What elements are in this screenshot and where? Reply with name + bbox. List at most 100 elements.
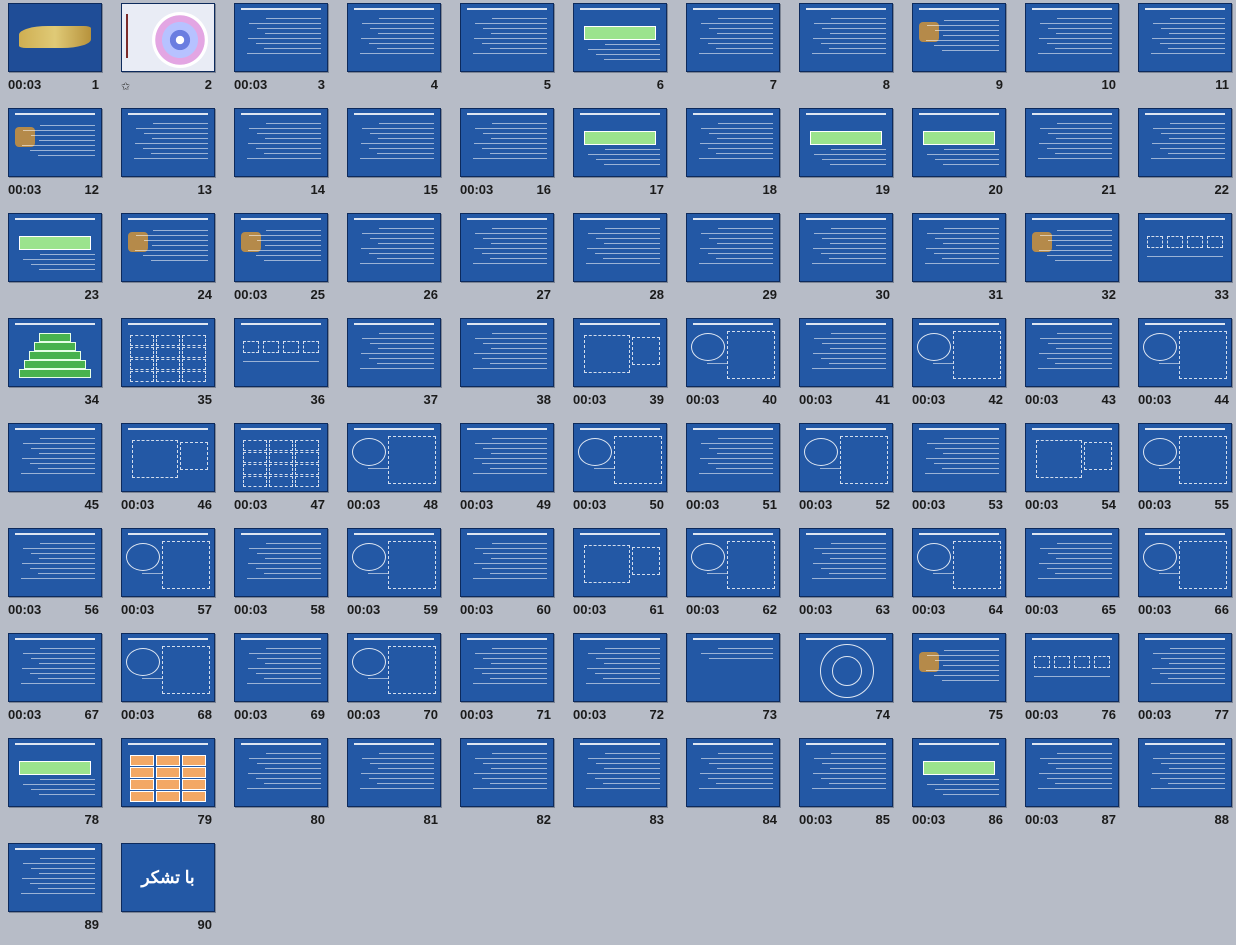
slide-thumbnail[interactable] bbox=[1138, 108, 1232, 177]
slide-thumbnail[interactable] bbox=[799, 528, 893, 597]
slide-cell[interactable]: 00:03 42 bbox=[904, 315, 1017, 420]
slide-thumbnail[interactable] bbox=[234, 213, 328, 282]
slide-thumbnail[interactable] bbox=[234, 3, 328, 72]
slide-cell[interactable]: 14 bbox=[226, 105, 339, 210]
slide-cell[interactable]: 00:03 63 bbox=[791, 525, 904, 630]
slide-cell[interactable]: 27 bbox=[452, 210, 565, 315]
slide-cell[interactable]: 13 bbox=[113, 105, 226, 210]
slide-cell[interactable]: 10 bbox=[1017, 0, 1130, 105]
slide-cell[interactable]: 82 bbox=[452, 735, 565, 840]
slide-thumbnail[interactable] bbox=[8, 318, 102, 387]
slide-cell[interactable]: 00:03 25 bbox=[226, 210, 339, 315]
slide-thumbnail[interactable] bbox=[8, 108, 102, 177]
slide-thumbnail[interactable] bbox=[234, 528, 328, 597]
slide-thumbnail[interactable] bbox=[8, 213, 102, 282]
slide-thumbnail[interactable] bbox=[573, 423, 667, 492]
slide-thumbnail[interactable] bbox=[460, 528, 554, 597]
slide-thumbnail[interactable] bbox=[912, 108, 1006, 177]
slide-thumbnail[interactable] bbox=[1025, 3, 1119, 72]
slide-thumbnail[interactable] bbox=[1138, 213, 1232, 282]
slide-thumbnail[interactable] bbox=[234, 738, 328, 807]
slide-cell[interactable]: 79 bbox=[113, 735, 226, 840]
slide-thumbnail[interactable] bbox=[1138, 423, 1232, 492]
slide-thumbnail[interactable] bbox=[121, 3, 215, 72]
slide-thumbnail[interactable] bbox=[573, 738, 667, 807]
slide-cell[interactable]: 00:03 55 bbox=[1130, 420, 1236, 525]
slide-thumbnail[interactable] bbox=[121, 528, 215, 597]
slide-thumbnail[interactable]: با تشکر bbox=[121, 843, 215, 912]
slide-thumbnail[interactable] bbox=[1138, 738, 1232, 807]
slide-thumbnail[interactable] bbox=[912, 3, 1006, 72]
slide-thumbnail[interactable] bbox=[460, 738, 554, 807]
slide-thumbnail[interactable] bbox=[121, 423, 215, 492]
slide-cell[interactable]: 9 bbox=[904, 0, 1017, 105]
slide-thumbnail[interactable] bbox=[686, 423, 780, 492]
slide-thumbnail[interactable] bbox=[799, 108, 893, 177]
slide-cell[interactable]: 00:03 47 bbox=[226, 420, 339, 525]
slide-thumbnail[interactable] bbox=[912, 213, 1006, 282]
slide-thumbnail[interactable] bbox=[460, 213, 554, 282]
slide-thumbnail[interactable] bbox=[686, 633, 780, 702]
slide-cell[interactable]: 28 bbox=[565, 210, 678, 315]
slide-thumbnail[interactable] bbox=[799, 738, 893, 807]
slide-cell[interactable]: 00:03 58 bbox=[226, 525, 339, 630]
slide-cell[interactable]: 21 bbox=[1017, 105, 1130, 210]
slide-thumbnail[interactable] bbox=[460, 318, 554, 387]
slide-cell[interactable]: 00:03 52 bbox=[791, 420, 904, 525]
slide-cell[interactable]: 74 bbox=[791, 630, 904, 735]
slide-cell[interactable]: 00:03 43 bbox=[1017, 315, 1130, 420]
slide-cell[interactable]: 00:03 85 bbox=[791, 735, 904, 840]
slide-thumbnail[interactable] bbox=[1025, 213, 1119, 282]
slide-cell[interactable]: 7 bbox=[678, 0, 791, 105]
star-icon[interactable]: ✩ bbox=[121, 80, 130, 93]
slide-cell[interactable]: 33 bbox=[1130, 210, 1236, 315]
slide-thumbnail[interactable] bbox=[460, 633, 554, 702]
slide-cell[interactable]: 26 bbox=[339, 210, 452, 315]
slide-thumbnail[interactable] bbox=[347, 633, 441, 702]
slide-thumbnail[interactable] bbox=[8, 528, 102, 597]
slide-cell[interactable]: 30 bbox=[791, 210, 904, 315]
slide-thumbnail[interactable] bbox=[8, 423, 102, 492]
slide-thumbnail[interactable] bbox=[912, 738, 1006, 807]
slide-cell[interactable]: 00:03 87 bbox=[1017, 735, 1130, 840]
slide-cell[interactable]: 00:03 39 bbox=[565, 315, 678, 420]
slide-thumbnail[interactable] bbox=[347, 528, 441, 597]
slide-cell[interactable]: 4 bbox=[339, 0, 452, 105]
slide-thumbnail[interactable] bbox=[686, 738, 780, 807]
slide-thumbnail[interactable] bbox=[347, 108, 441, 177]
slide-cell[interactable]: 23 bbox=[0, 210, 113, 315]
slide-cell[interactable]: 19 bbox=[791, 105, 904, 210]
slide-cell[interactable]: 00:03 65 bbox=[1017, 525, 1130, 630]
slide-cell[interactable]: 00:03 49 bbox=[452, 420, 565, 525]
slide-cell[interactable]: 00:03 72 bbox=[565, 630, 678, 735]
slide-thumbnail[interactable] bbox=[1025, 108, 1119, 177]
slide-cell[interactable]: 75 bbox=[904, 630, 1017, 735]
slide-thumbnail[interactable] bbox=[460, 423, 554, 492]
slide-thumbnail[interactable] bbox=[573, 3, 667, 72]
slide-thumbnail[interactable] bbox=[1138, 528, 1232, 597]
slide-cell[interactable]: 00:03 66 bbox=[1130, 525, 1236, 630]
slide-cell[interactable]: 35 bbox=[113, 315, 226, 420]
slide-cell[interactable]: 00:03 40 bbox=[678, 315, 791, 420]
slide-thumbnail[interactable] bbox=[573, 318, 667, 387]
slide-thumbnail[interactable] bbox=[686, 3, 780, 72]
slide-thumbnail[interactable] bbox=[121, 213, 215, 282]
slide-thumbnail[interactable] bbox=[347, 318, 441, 387]
slide-cell[interactable]: 00:03 77 bbox=[1130, 630, 1236, 735]
slide-cell[interactable]: 11 bbox=[1130, 0, 1236, 105]
slide-cell[interactable]: 36 bbox=[226, 315, 339, 420]
slide-cell[interactable]: 00:03 64 bbox=[904, 525, 1017, 630]
slide-thumbnail[interactable] bbox=[799, 318, 893, 387]
slide-cell[interactable]: 00:03 86 bbox=[904, 735, 1017, 840]
slide-thumbnail[interactable] bbox=[121, 738, 215, 807]
slide-thumbnail[interactable] bbox=[347, 423, 441, 492]
slide-cell[interactable]: 00:03 60 bbox=[452, 525, 565, 630]
slide-cell[interactable]: 00:03 53 bbox=[904, 420, 1017, 525]
slide-cell[interactable]: 22 bbox=[1130, 105, 1236, 210]
slide-thumbnail[interactable] bbox=[1025, 318, 1119, 387]
slide-cell[interactable]: 37 bbox=[339, 315, 452, 420]
slide-cell[interactable]: 00:03 69 bbox=[226, 630, 339, 735]
slide-thumbnail[interactable] bbox=[686, 528, 780, 597]
slide-thumbnail[interactable] bbox=[234, 108, 328, 177]
slide-thumbnail[interactable] bbox=[912, 633, 1006, 702]
